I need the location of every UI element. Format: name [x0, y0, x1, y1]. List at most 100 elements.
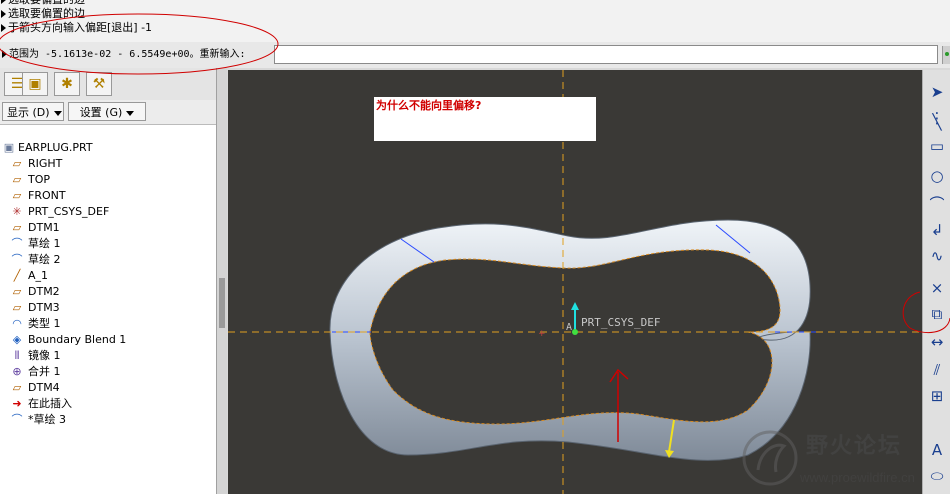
navigator-panel: ☰ ▣ ✱ ⚒ 显示 (D) 设置 (G) ▣ EARPLUG.PRT ▱ RIGHT…: [0, 68, 217, 494]
tree-item[interactable]: ◠ 类型 1: [0, 316, 216, 332]
palette-button[interactable]: ⬭: [927, 466, 947, 486]
tab-folder-browser[interactable]: ▣: [22, 72, 48, 96]
tree-item[interactable]: ➜ 在此插入: [0, 396, 216, 412]
watermark-title: 野火论坛: [806, 434, 903, 459]
tree-item-label: 在此插入: [28, 397, 72, 410]
tree-item[interactable]: ▱ RIGHT: [0, 156, 216, 172]
line-button[interactable]: ╲: [927, 112, 947, 132]
sketch-icon: ⌒: [11, 413, 23, 426]
tree-item[interactable]: ✳ PRT_CSYS_DEF: [0, 204, 216, 220]
tree-item[interactable]: ⫴ 镜像 1: [0, 348, 216, 364]
forum-watermark: 野火论坛 www.proewildfire.cn: [740, 424, 922, 494]
origin-marker: +: [538, 329, 546, 339]
message-line: 选取要偏置的边: [0, 7, 85, 21]
tree-item-label: 合并 1: [28, 365, 61, 378]
panel-splitter[interactable]: [217, 68, 227, 494]
circle-button[interactable]: ○: [927, 166, 947, 186]
part-icon: ▣: [3, 141, 15, 154]
tree-item[interactable]: ⌒ 草绘 2: [0, 252, 216, 268]
select-arrow-button[interactable]: ➤: [927, 82, 947, 102]
csys-label: PRT_CSYS_DEF: [581, 316, 660, 329]
tree-item[interactable]: ▱ DTM1: [0, 220, 216, 236]
earplug-shell-inner: [369, 249, 781, 425]
tree-item[interactable]: ▱ DTM3: [0, 300, 216, 316]
rectangle-button[interactable]: ▭: [927, 136, 947, 156]
datum-plane-icon: ▱: [12, 285, 22, 298]
axis-label: A: [566, 322, 572, 333]
tree-item[interactable]: ▱ FRONT: [0, 188, 216, 204]
tree-item-label: EARPLUG.PRT: [18, 141, 93, 154]
datum-plane-icon: ▱: [12, 157, 22, 170]
watermark-url: www.proewildfire.cn: [800, 470, 915, 485]
message-area: 选取要偏置的边 选取要偏置的边 于箭头方向输入偏距[退出] -1: [0, 0, 950, 42]
favorites-icon: ✱: [61, 76, 73, 92]
tree-item-label: 类型 1: [28, 317, 61, 330]
boundary-blend-icon: ◈: [12, 333, 22, 346]
tree-item[interactable]: ⌒ 草绘 1: [0, 236, 216, 252]
arc-button[interactable]: ⌒: [927, 194, 947, 214]
tree-item[interactable]: ▱ TOP: [0, 172, 216, 188]
text-button[interactable]: A: [927, 440, 947, 460]
datum-plane-icon: ▱: [12, 381, 22, 394]
tree-item-label: FRONT: [28, 189, 66, 202]
tree-item-label: A_1: [28, 269, 49, 282]
modify-button[interactable]: ⫽: [927, 360, 947, 380]
tree-item-label: 草绘 2: [28, 253, 61, 266]
message-line: 于箭头方向输入偏距[退出] -1: [0, 21, 152, 35]
merge-icon: ⊕: [12, 365, 22, 378]
right-toolbar: ➤ ⋮ ╲ ▭ ○ ⌒ ↲ ∿ × ⧉ ↔ ⫽ ⊞ A ⬭: [922, 70, 950, 494]
prompt-arrow-icon: [2, 50, 7, 58]
constraint-button[interactable]: ⊞: [927, 386, 947, 406]
csys-icon: ✳: [12, 205, 22, 218]
tree-item[interactable]: ▱ DTM4: [0, 380, 216, 396]
point-button[interactable]: ×: [927, 278, 947, 298]
accept-input-button[interactable]: [942, 46, 950, 64]
mirror-icon: ⫴: [14, 349, 20, 362]
fillet-button[interactable]: ↲: [927, 220, 947, 240]
datum-plane-icon: ▱: [12, 189, 22, 202]
tree-item-label: DTM2: [28, 285, 60, 298]
tree-item[interactable]: ▣ EARPLUG.PRT: [0, 140, 216, 156]
tree-item-label: TOP: [28, 173, 51, 186]
tree-item-label: DTM4: [28, 381, 60, 394]
command-input-row: 范围为 -5.1613e-02 - 6.5549e+00。重新输入:: [0, 42, 950, 68]
tree-item[interactable]: ⌒ *草绘 3: [0, 412, 216, 428]
tree-item[interactable]: ╱ A_1: [0, 268, 216, 284]
tree-item-label: Boundary Blend 1: [28, 333, 127, 346]
message-arrow-icon: [1, 0, 6, 4]
message-line: 选取要偏置的边: [0, 0, 85, 7]
display-menu-button[interactable]: 显示 (D): [2, 102, 64, 121]
datum-plane-icon: ▱: [12, 221, 22, 234]
tree-menu-row: 显示 (D) 设置 (G): [0, 100, 216, 125]
sketch-icon: ⌒: [11, 237, 23, 250]
input-prompt: 范围为 -5.1613e-02 - 6.5549e+00。重新输入:: [2, 45, 246, 65]
datum-plane-icon: ▱: [12, 301, 22, 314]
dimension-button[interactable]: ↔: [927, 332, 947, 352]
tree-item[interactable]: ◈ Boundary Blend 1: [0, 332, 216, 348]
settings-menu-button[interactable]: 设置 (G): [68, 102, 146, 121]
splitter-grip[interactable]: [219, 278, 225, 328]
tree-item-label: 镜像 1: [28, 349, 61, 362]
tree-item-label: *草绘 3: [28, 413, 66, 426]
tab-connections[interactable]: ⚒: [86, 72, 112, 96]
style-icon: ◠: [12, 317, 22, 330]
tree-item[interactable]: ⊕ 合并 1: [0, 364, 216, 380]
offset-edge-button[interactable]: ⧉: [927, 304, 947, 324]
csys-origin: [572, 329, 578, 335]
message-arrow-icon: [1, 10, 6, 18]
watermark-logo-icon: [742, 430, 798, 486]
tab-favorites[interactable]: ✱: [54, 72, 80, 96]
tree-item[interactable]: ▱ DTM2: [0, 284, 216, 300]
chevron-down-icon: [53, 110, 62, 116]
connections-icon: ⚒: [92, 76, 106, 92]
value-input[interactable]: [274, 45, 938, 64]
folder-icon: ▣: [28, 76, 42, 92]
spline-button[interactable]: ∿: [927, 246, 947, 266]
datum-axis-icon: ╱: [13, 269, 21, 282]
tree-item-label: DTM3: [28, 301, 60, 314]
sketch-icon: ⌒: [11, 253, 23, 266]
tree-item-label: 草绘 1: [28, 237, 61, 250]
message-arrow-icon: [1, 24, 6, 32]
tree-item-label: DTM1: [28, 221, 60, 234]
tree-item-label: PRT_CSYS_DEF: [28, 205, 110, 218]
